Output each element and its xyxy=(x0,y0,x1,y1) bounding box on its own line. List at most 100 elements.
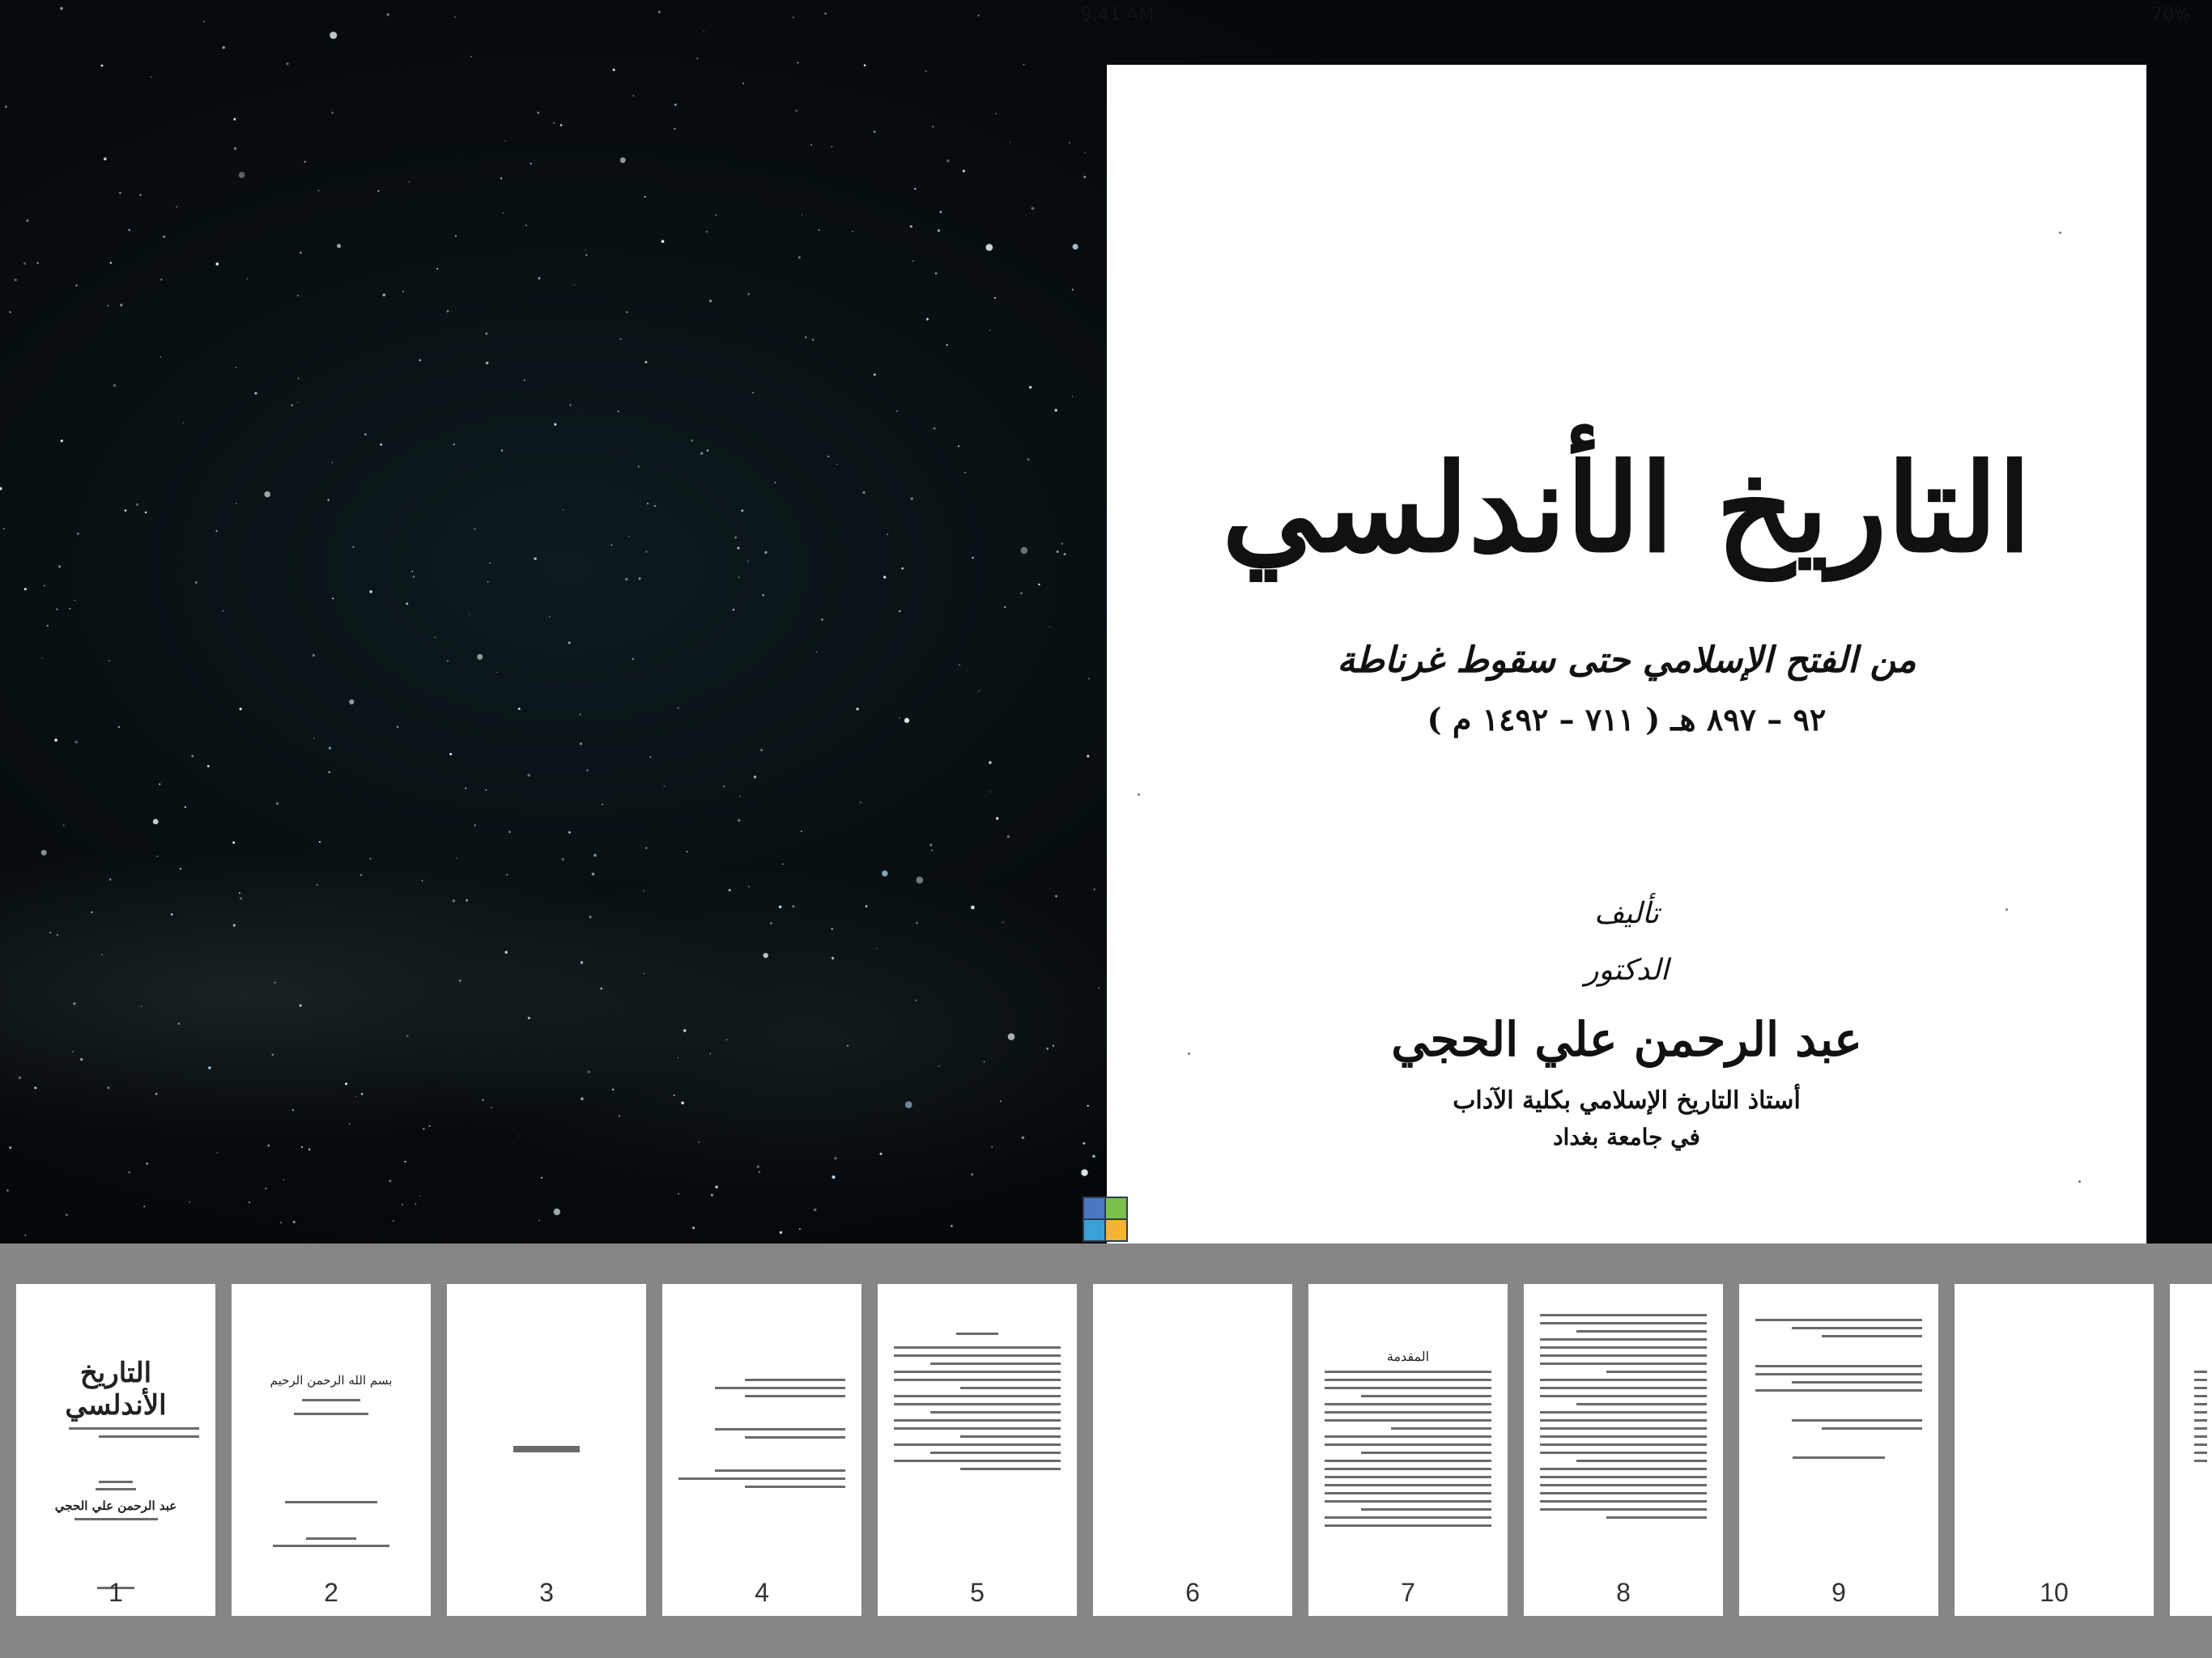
page-thumbnail[interactable]: المقدمة 7 xyxy=(1308,1284,1508,1616)
star xyxy=(706,231,708,233)
star xyxy=(1000,1100,1002,1102)
star xyxy=(568,831,571,834)
star xyxy=(317,189,320,192)
star xyxy=(989,761,992,764)
star xyxy=(983,1061,985,1063)
star xyxy=(206,765,210,767)
star xyxy=(632,657,634,661)
star xyxy=(1023,63,1025,66)
star xyxy=(349,699,355,705)
star xyxy=(832,1175,836,1179)
star xyxy=(527,1016,531,1020)
page-thumbnail[interactable]: 10 xyxy=(1955,1284,2154,1616)
star xyxy=(816,651,818,653)
star xyxy=(559,124,563,126)
star xyxy=(795,109,798,113)
page-thumbnail[interactable]: 6 xyxy=(1093,1284,1292,1616)
star xyxy=(297,377,300,380)
star xyxy=(5,105,7,108)
star xyxy=(233,147,237,151)
star xyxy=(107,1086,110,1089)
page-thumbnail[interactable]: 9 xyxy=(1739,1284,1938,1616)
star xyxy=(895,410,898,412)
star xyxy=(160,278,163,281)
star xyxy=(562,508,564,511)
star xyxy=(600,987,602,990)
star xyxy=(876,947,878,950)
star xyxy=(331,461,334,464)
star xyxy=(700,452,704,455)
star xyxy=(177,1022,181,1025)
page-thumbnail-strip[interactable]: التاريخ الأندلسي عبد الرحمن علي الحجي 1 … xyxy=(0,1244,2212,1658)
star xyxy=(932,125,934,128)
star xyxy=(408,181,410,183)
star xyxy=(698,1141,700,1143)
star xyxy=(732,608,735,611)
star xyxy=(195,581,198,584)
star xyxy=(109,261,112,264)
star xyxy=(300,252,302,254)
star xyxy=(910,497,913,500)
thumbnail-content xyxy=(678,1373,845,1494)
star xyxy=(738,795,741,797)
star xyxy=(101,954,103,955)
star xyxy=(34,1086,37,1090)
star xyxy=(406,1035,409,1038)
star xyxy=(933,427,936,430)
page-thumbnail[interactable]: 5 xyxy=(878,1284,1077,1616)
star xyxy=(611,1088,615,1091)
star xyxy=(527,773,530,777)
star xyxy=(1083,176,1087,179)
page-thumbnail-partial[interactable] xyxy=(2170,1284,2212,1616)
thumbnail-content xyxy=(1540,1308,1707,1524)
thumbnail-page-number: 7 xyxy=(1401,1578,1415,1607)
star xyxy=(946,344,948,346)
star xyxy=(389,1180,392,1183)
star xyxy=(1020,592,1023,595)
document-page-view[interactable]: التاريخ الأندلسي من الفتح الإسلامي حتى س… xyxy=(1107,65,2146,1244)
star xyxy=(359,874,363,877)
star xyxy=(382,293,386,297)
star xyxy=(865,905,868,908)
star xyxy=(769,921,772,925)
star xyxy=(638,577,641,580)
star xyxy=(286,62,289,66)
star xyxy=(995,113,997,114)
star xyxy=(348,1123,351,1124)
star xyxy=(415,1203,416,1205)
star xyxy=(1054,409,1057,412)
star xyxy=(710,1193,713,1197)
star xyxy=(6,1189,9,1192)
star xyxy=(541,1176,543,1179)
star xyxy=(2,527,5,529)
author-position: أستاذ التاريخ الإسلامي بكلية الآداب xyxy=(1453,1086,1801,1115)
star xyxy=(958,445,959,448)
page-thumbnail[interactable]: 8 xyxy=(1524,1284,1723,1616)
star xyxy=(456,857,457,859)
thumbnail-content: التاريخ الأندلسي عبد الرحمن علي الحجي xyxy=(32,1357,199,1594)
star xyxy=(327,499,330,501)
star xyxy=(419,359,422,362)
star xyxy=(1071,288,1074,291)
page-thumbnail[interactable]: التاريخ الأندلسي عبد الرحمن علي الحجي 1 xyxy=(16,1284,215,1616)
star xyxy=(971,905,975,910)
star xyxy=(392,1220,394,1222)
book-title: التاريخ الأندلسي xyxy=(1222,437,2031,580)
page-thumbnail[interactable]: بسم الله الرحمن الرحيم 2 xyxy=(232,1284,431,1616)
star xyxy=(453,443,455,446)
star xyxy=(661,240,665,244)
star xyxy=(1088,678,1090,680)
star xyxy=(797,62,799,64)
app-logo-icon[interactable] xyxy=(1083,1197,1128,1242)
page-thumbnail[interactable]: 3 xyxy=(447,1284,646,1616)
star xyxy=(422,1128,425,1130)
star xyxy=(674,103,677,106)
star xyxy=(1081,1169,1088,1176)
scan-speck xyxy=(2078,1180,2081,1183)
page-thumbnail[interactable]: 4 xyxy=(662,1284,861,1616)
star xyxy=(46,624,49,627)
star xyxy=(91,911,93,914)
star xyxy=(779,905,782,908)
star xyxy=(316,884,318,886)
star xyxy=(60,440,63,443)
